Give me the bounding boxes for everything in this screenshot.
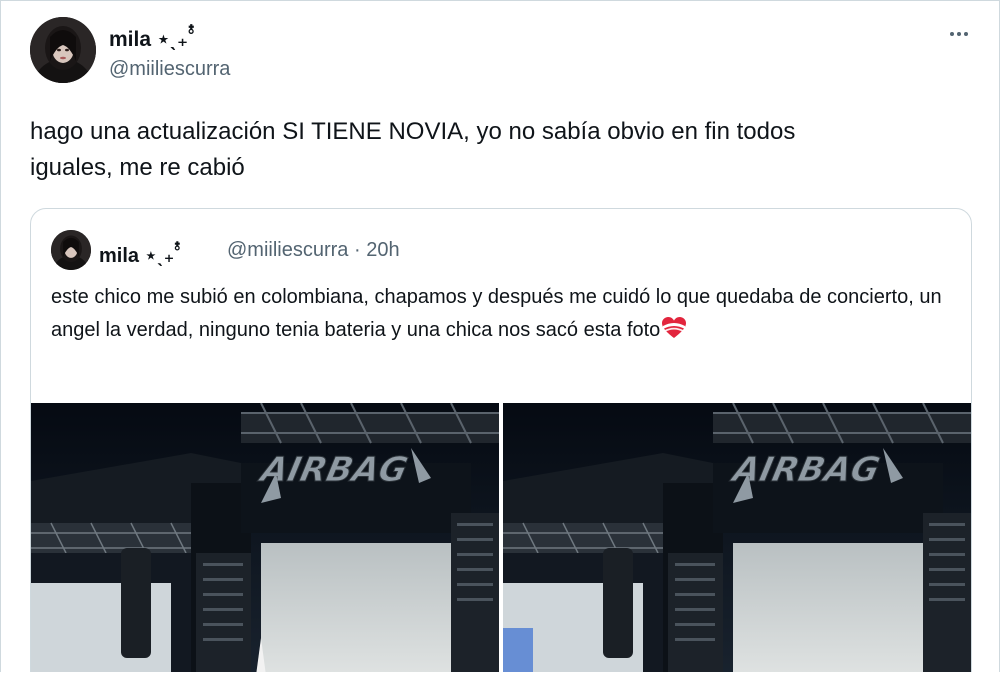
media-photo-2[interactable]: AIRBAG (503, 403, 971, 672)
quoted-author-avatar[interactable] (51, 230, 91, 270)
media-photo-1[interactable]: AIRBAG (31, 403, 499, 672)
quoted-tweet[interactable]: mila ⋆ˎ₊˚๋ @miiliescurra · 20h este chic… (30, 208, 972, 672)
more-options-button[interactable] (941, 19, 977, 49)
quoted-tweet-text-block: este chico me subió en colombiana, chapa… (51, 281, 951, 351)
dot-icon (964, 32, 968, 36)
quoted-author-handle-time[interactable]: @miiliescurra · 20h (227, 239, 400, 262)
dot-icon (950, 32, 954, 36)
heart-with-ribbon-icon (661, 316, 687, 351)
dot-icon (957, 32, 961, 36)
author-name[interactable]: mila ⋆ˎ₊˚๋ (109, 23, 195, 56)
media-grid: AIRBAG AIRBAG (31, 403, 971, 672)
tweet-card: mila ⋆ˎ₊˚๋ @miiliescurra hago una actual… (0, 0, 1000, 672)
author-handle[interactable]: @miiliescurra (109, 58, 230, 81)
author-avatar[interactable] (30, 17, 96, 83)
quoted-tweet-text: este chico me subió en colombiana, chapa… (51, 286, 942, 341)
tweet-text: hago una actualización SI TIENE NOVIA, y… (30, 118, 796, 181)
quoted-author-name[interactable]: mila ⋆ˎ₊˚๋ (99, 239, 181, 271)
